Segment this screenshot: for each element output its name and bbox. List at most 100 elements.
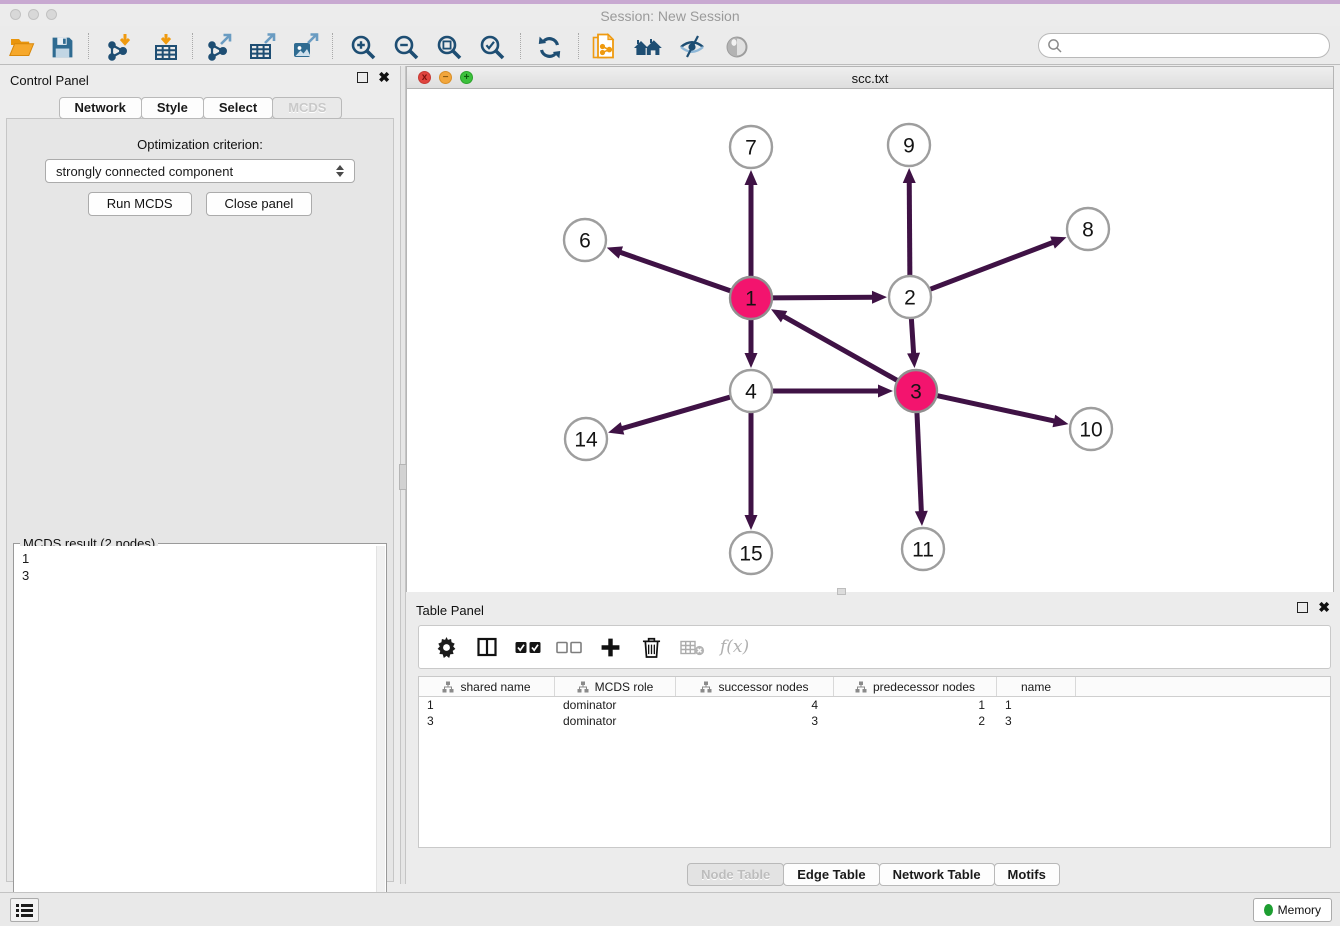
import-network-icon[interactable] xyxy=(104,32,134,62)
node-label-15: 15 xyxy=(739,543,762,566)
criterion-select[interactable]: strongly connected component xyxy=(45,159,355,183)
edge-2-to-9[interactable] xyxy=(909,180,910,278)
table-cell[interactable]: 3 xyxy=(419,713,555,729)
table-cell[interactable]: 3 xyxy=(676,713,834,729)
tab-select[interactable]: Select xyxy=(203,97,273,119)
column-header-shared-name[interactable]: shared name xyxy=(419,677,555,696)
search-icon xyxy=(1047,38,1063,54)
edge-arrowhead-4-to-3 xyxy=(878,385,893,398)
network-window: x − + scc.txt 7968124314101511 xyxy=(406,66,1334,592)
toolbar-separator xyxy=(578,33,579,59)
node-label-6: 6 xyxy=(579,230,591,253)
column-header-successor-nodes[interactable]: successor nodes xyxy=(676,677,834,696)
table-panel-close-icon[interactable]: ✖ xyxy=(1318,602,1330,613)
edge-arrowhead-4-to-15 xyxy=(745,515,758,530)
mcds-result-text[interactable]: 1 3 xyxy=(14,546,376,920)
gear-icon[interactable] xyxy=(433,635,459,659)
mcds-result-scrollbar[interactable] xyxy=(376,546,385,920)
table-cell[interactable]: 3 xyxy=(997,713,1076,729)
export-table-icon[interactable] xyxy=(247,32,277,62)
memory-button[interactable]: Memory xyxy=(1253,898,1332,922)
zoom-out-icon[interactable] xyxy=(391,32,421,62)
control-panel-float-icon[interactable] xyxy=(357,72,368,83)
hide-columns-icon[interactable] xyxy=(679,635,705,659)
node-label-9: 9 xyxy=(903,135,915,158)
node-label-14: 14 xyxy=(574,429,598,452)
control-panel: Control Panel ✖ NetworkStyleSelectMCDS O… xyxy=(0,66,400,884)
node-label-8: 8 xyxy=(1082,219,1094,242)
network-files-icon[interactable] xyxy=(590,32,620,62)
refresh-icon[interactable] xyxy=(534,32,564,62)
task-history-button[interactable] xyxy=(10,898,39,922)
edge-2-to-8[interactable] xyxy=(928,241,1056,290)
table-cell[interactable]: 2 xyxy=(834,713,997,729)
tab-network[interactable]: Network xyxy=(59,97,142,119)
edge-arrowhead-2-to-8 xyxy=(1050,236,1066,248)
zoom-fit-icon[interactable] xyxy=(434,32,464,62)
network-resize-grip[interactable] xyxy=(837,588,846,595)
open-file-icon[interactable] xyxy=(7,32,37,62)
delete-row-icon[interactable] xyxy=(638,635,664,659)
export-network-icon[interactable] xyxy=(204,32,234,62)
statusbar: Memory xyxy=(0,892,1340,926)
table-cell[interactable]: 1 xyxy=(834,697,997,713)
tab-mcds[interactable]: MCDS xyxy=(272,97,342,119)
tab-node-table[interactable]: Node Table xyxy=(687,863,784,886)
sphere-icon[interactable] xyxy=(722,32,752,62)
table-row[interactable]: 1dominator411 xyxy=(419,697,1330,713)
table-cell[interactable]: dominator xyxy=(555,697,676,713)
deselect-all-checkboxes-icon[interactable] xyxy=(556,635,582,659)
run-mcds-button[interactable]: Run MCDS xyxy=(88,192,192,216)
close-panel-button[interactable]: Close panel xyxy=(206,192,313,216)
column-header-mcds-role[interactable]: MCDS role xyxy=(555,677,676,696)
app-title: Session: New Session xyxy=(0,8,1340,24)
memory-label: Memory xyxy=(1278,903,1321,917)
app-titlebar: Session: New Session xyxy=(0,4,1340,26)
tab-style[interactable]: Style xyxy=(141,97,204,119)
table-cell[interactable]: dominator xyxy=(555,713,676,729)
column-header-name[interactable]: name xyxy=(997,677,1076,696)
table-cell[interactable]: 1 xyxy=(419,697,555,713)
zoom-selected-icon[interactable] xyxy=(477,32,507,62)
tab-edge-table[interactable]: Edge Table xyxy=(783,863,879,886)
node-label-2: 2 xyxy=(904,287,916,310)
save-session-icon[interactable] xyxy=(47,32,77,62)
toolbar-separator xyxy=(192,33,193,59)
edge-3-to-10[interactable] xyxy=(935,395,1057,422)
tab-network-table[interactable]: Network Table xyxy=(879,863,995,886)
search-input[interactable] xyxy=(1038,33,1330,58)
edge-2-to-3[interactable] xyxy=(911,316,914,356)
table-row[interactable]: 3dominator323 xyxy=(419,713,1330,729)
column-hierarchy-icon xyxy=(700,681,712,693)
node-label-7: 7 xyxy=(745,137,757,160)
edge-arrowhead-1-to-7 xyxy=(745,170,758,185)
edge-arrowhead-3-to-11 xyxy=(915,511,928,526)
zoom-in-icon[interactable] xyxy=(348,32,378,62)
table-body: 1dominator4113dominator323 xyxy=(419,697,1330,729)
edge-arrowhead-2-to-9 xyxy=(903,168,916,183)
home-icon[interactable] xyxy=(633,32,663,62)
import-table-icon[interactable] xyxy=(151,32,181,62)
network-window-titlebar[interactable]: x − + scc.txt xyxy=(407,67,1333,89)
edge-3-to-1[interactable] xyxy=(781,315,899,381)
column-header-predecessor-nodes[interactable]: predecessor nodes xyxy=(834,677,997,696)
node-label-3: 3 xyxy=(910,381,922,404)
edge-3-to-11[interactable] xyxy=(917,410,922,514)
control-panel-close-icon[interactable]: ✖ xyxy=(378,72,390,83)
edge-4-to-14[interactable] xyxy=(620,396,733,429)
add-row-icon[interactable] xyxy=(597,635,623,659)
table-cell[interactable]: 1 xyxy=(997,697,1076,713)
tab-motifs[interactable]: Motifs xyxy=(994,863,1060,886)
export-image-icon[interactable] xyxy=(290,32,320,62)
table-panel-float-icon[interactable] xyxy=(1297,602,1308,613)
edge-1-to-6[interactable] xyxy=(618,252,733,292)
criterion-value: strongly connected component xyxy=(56,164,233,179)
edge-1-to-2[interactable] xyxy=(770,297,875,298)
eye-slash-icon[interactable] xyxy=(677,32,707,62)
table-cell[interactable]: 4 xyxy=(676,697,834,713)
split-columns-icon[interactable] xyxy=(474,635,500,659)
table-toolbar: f(x) xyxy=(418,625,1331,669)
function-builder-icon[interactable]: f(x) xyxy=(720,635,749,659)
network-graph[interactable]: 7968124314101511 xyxy=(407,89,1333,592)
select-all-checkboxes-icon[interactable] xyxy=(515,635,541,659)
